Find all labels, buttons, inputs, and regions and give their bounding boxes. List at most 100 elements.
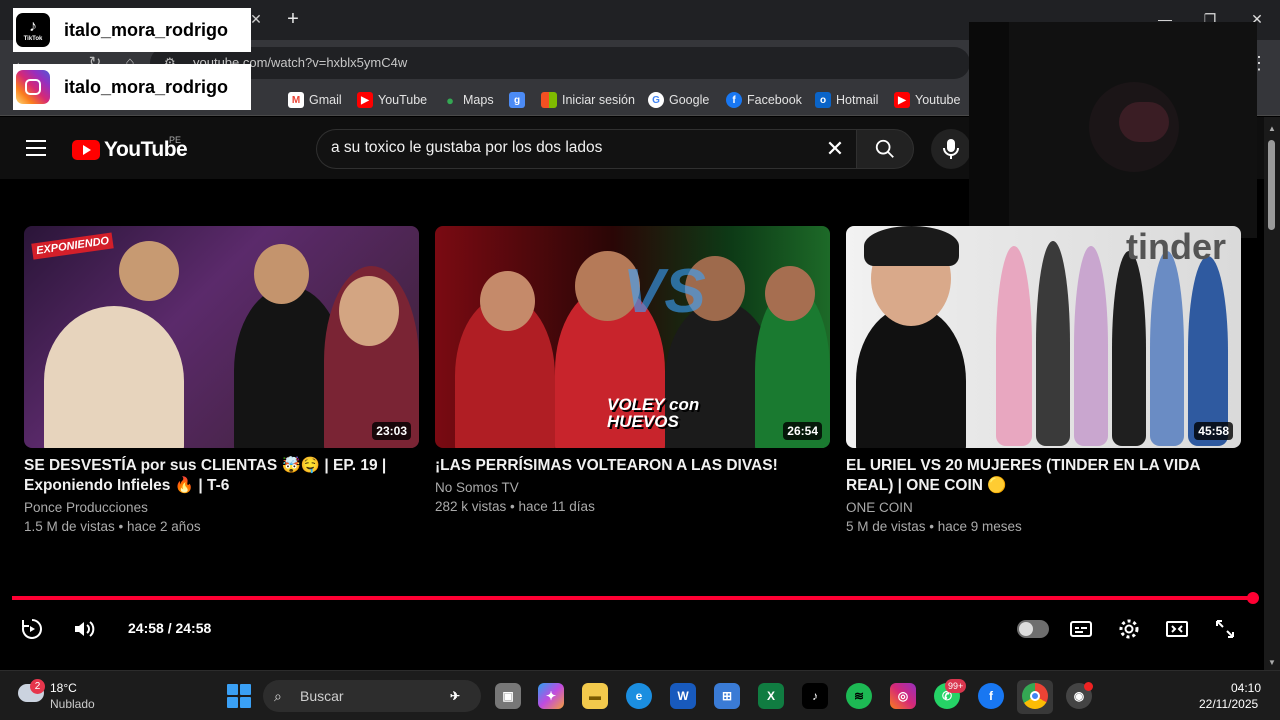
video-duration: 45:58	[1194, 422, 1233, 440]
instagram-overlay: italo_mora_rodrigo	[13, 64, 251, 110]
video-title[interactable]: SE DESVESTÍA por sus CLIENTAS 🤯🤤 | EP. 1…	[24, 456, 419, 496]
chrome-icon[interactable]	[1022, 683, 1048, 709]
weather-condition[interactable]: Nublado	[50, 697, 95, 711]
channel-name[interactable]: Ponce Producciones	[24, 498, 419, 517]
bookmark-label: Iniciar sesión	[562, 93, 635, 107]
youtube-icon: ▶	[357, 92, 373, 108]
tiktok-icon: ♪ TikTok	[16, 13, 50, 47]
excel-icon[interactable]: X	[758, 683, 784, 709]
volume-icon	[75, 621, 95, 637]
whatsapp-badge: 99+	[945, 679, 967, 693]
region-code: PE	[169, 135, 182, 145]
subtitles-button[interactable]	[1069, 617, 1093, 641]
video-stats: 5 M de vistas • hace 9 meses	[846, 519, 1022, 534]
search-highlight-icon: ✈	[449, 689, 461, 703]
scroll-down-icon[interactable]: ▼	[1266, 658, 1278, 667]
store-icon[interactable]: ⊞	[714, 683, 740, 709]
tiktok-handle: italo_mora_rodrigo	[64, 19, 229, 40]
scroll-up-icon[interactable]: ▲	[1266, 124, 1278, 133]
google-icon: G	[648, 92, 664, 108]
tiktok-icon-label: TikTok	[23, 36, 43, 42]
bookmark-youtube[interactable]: ▶ YouTube	[357, 91, 427, 109]
video-thumbnail[interactable]: VS VOLEY con HUEVOS 26:54	[435, 226, 830, 448]
instagram-app-icon[interactable]: ◎	[890, 683, 916, 709]
video-card[interactable]: tinder 45:58 EL URIEL VS 20 MUJERES (TIN…	[846, 226, 1241, 536]
bookmark-label: Youtube	[915, 93, 961, 107]
scrollbar-thumb[interactable]	[1268, 140, 1275, 230]
video-title[interactable]: EL URIEL VS 20 MUJERES (TINDER EN LA VID…	[846, 456, 1241, 496]
clock-time[interactable]: 04:10	[1231, 681, 1261, 695]
new-tab-button[interactable]: +	[283, 8, 303, 30]
word-icon[interactable]: W	[670, 683, 696, 709]
bookmark-label: Hotmail	[836, 93, 879, 107]
replay-button[interactable]	[20, 617, 44, 641]
facebook-icon: f	[726, 92, 742, 108]
bookmark-google-plus[interactable]: g	[509, 91, 525, 109]
copilot-icon[interactable]: ✦	[538, 683, 564, 709]
bookmark-facebook[interactable]: f Facebook	[726, 91, 802, 109]
fullscreen-button[interactable]	[1213, 617, 1237, 641]
bookmark-iniciar-sesion[interactable]: Iniciar sesión	[541, 91, 635, 109]
clear-search-icon[interactable]: ✕	[822, 136, 848, 162]
tiktok-overlay: ♪ TikTok italo_mora_rodrigo	[13, 8, 251, 52]
outlook-icon: o	[815, 92, 831, 108]
time-display: 24:58 / 24:58	[128, 620, 212, 636]
menu-icon[interactable]	[26, 140, 46, 156]
bookmark-label: YouTube	[378, 93, 428, 107]
channel-name[interactable]: ONE COIN	[846, 498, 1241, 517]
video-card[interactable]: VS VOLEY con HUEVOS 26:54 ¡LAS PERRÍSIMA…	[435, 226, 830, 516]
bookmark-label: Maps	[463, 93, 494, 107]
google-plus-icon: g	[509, 92, 525, 108]
thumbnail-text: tinder	[1126, 226, 1227, 267]
progress-scrubber[interactable]	[1247, 592, 1259, 604]
file-explorer-icon[interactable]: ▬	[582, 683, 608, 709]
bookmark-label: Google	[669, 93, 710, 107]
bookmark-google[interactable]: G Google	[648, 91, 709, 109]
edge-icon[interactable]: e	[626, 683, 652, 709]
video-thumbnail[interactable]: tinder 45:58	[846, 226, 1241, 448]
settings-button[interactable]	[1117, 617, 1141, 641]
video-stats: 1.5 M de vistas • hace 2 años	[24, 519, 201, 534]
bookmark-maps[interactable]: ● Maps	[442, 91, 494, 109]
temperature[interactable]: 18°C	[50, 681, 77, 695]
gmail-icon: M	[288, 92, 304, 108]
microphone-icon	[943, 139, 959, 159]
spotify-icon[interactable]: ≋	[846, 683, 872, 709]
theater-mode-icon	[1166, 621, 1188, 637]
instagram-handle: italo_mora_rodrigo	[64, 76, 229, 97]
replay-icon	[22, 619, 42, 639]
screen: ✕ + — ❐ ✕ ← ↻ ⌂ ⚙ youtube.com/watch?v=hx…	[0, 0, 1280, 720]
taskbar-search-placeholder: Buscar	[300, 688, 344, 704]
video-stats: 282 k vistas • hace 11 días	[435, 499, 595, 514]
thumbnail-text: EXPONIENDO	[31, 232, 115, 260]
microsoft-icon	[541, 92, 557, 108]
task-view-icon[interactable]: ▣	[495, 683, 521, 709]
channel-name[interactable]: No Somos TV	[435, 478, 830, 497]
facebook-app-icon[interactable]: f	[978, 683, 1004, 709]
video-duration: 26:54	[783, 422, 822, 440]
bookmark-hotmail[interactable]: o Hotmail	[815, 91, 878, 109]
video-title[interactable]: ¡LAS PERRÍSIMAS VOLTEARON A LAS DIVAS!	[435, 456, 830, 476]
voice-search-button[interactable]	[931, 129, 971, 169]
theater-mode-button[interactable]	[1165, 617, 1189, 641]
progress-bar[interactable]	[12, 596, 1253, 600]
fullscreen-icon	[1216, 620, 1234, 638]
subtitles-icon	[1070, 621, 1092, 637]
bookmark-gmail[interactable]: M Gmail	[288, 91, 342, 109]
volume-button[interactable]	[72, 617, 96, 641]
bookmark-label: Gmail	[309, 93, 342, 107]
windows-start-button[interactable]	[227, 684, 251, 708]
bookmark-youtube-2[interactable]: ▶ Youtube	[894, 91, 960, 109]
weather-badge: 2	[30, 679, 45, 694]
gear-icon	[1119, 619, 1139, 639]
tiktok-app-icon[interactable]: ♪	[802, 683, 828, 709]
video-card[interactable]: EXPONIENDO 23:03 SE DESVESTÍA por sus CL…	[24, 226, 419, 536]
search-icon: ⌕	[274, 688, 282, 704]
search-button[interactable]	[856, 129, 914, 169]
video-thumbnail[interactable]: EXPONIENDO 23:03	[24, 226, 419, 448]
clock-date[interactable]: 22/11/2025	[1199, 697, 1258, 711]
youtube-icon: ▶	[894, 92, 910, 108]
recording-indicator	[1084, 682, 1093, 691]
maps-icon: ●	[446, 92, 454, 108]
search-icon	[875, 139, 894, 158]
